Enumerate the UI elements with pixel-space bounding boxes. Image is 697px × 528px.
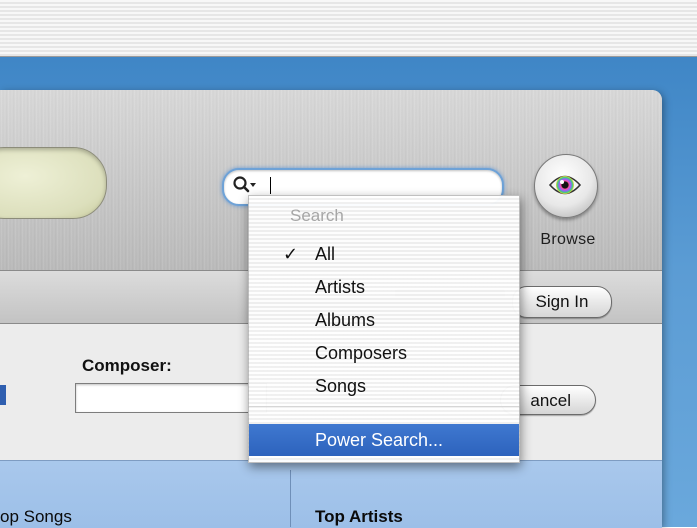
menu-item-artists[interactable]: Artists bbox=[249, 271, 519, 303]
checkmark-icon: ✓ bbox=[283, 244, 299, 264]
menu-item-label: Composers bbox=[315, 343, 408, 363]
menu-item-all[interactable]: ✓ All bbox=[249, 238, 519, 270]
eye-icon bbox=[548, 170, 582, 200]
search-text-cursor bbox=[270, 177, 271, 194]
sign-in-button[interactable]: Sign In bbox=[512, 286, 612, 318]
menu-item-label: Songs bbox=[315, 376, 367, 396]
menu-item-label: Power Search... bbox=[315, 430, 444, 450]
composer-field[interactable] bbox=[75, 383, 267, 413]
composer-label: Composer: bbox=[82, 356, 172, 375]
search-dropdown-menu: Search ✓ All Artists Albums Composers So… bbox=[248, 195, 520, 463]
menu-item-label: All bbox=[315, 244, 336, 264]
browse-label: Browse bbox=[540, 231, 596, 248]
menu-header-search: Search bbox=[290, 206, 344, 225]
menu-item-label: Albums bbox=[315, 310, 376, 330]
lists-divider bbox=[290, 470, 291, 527]
left-input-edge bbox=[0, 385, 6, 405]
window-title-strip bbox=[0, 0, 697, 57]
menu-item-composers[interactable]: Composers bbox=[249, 337, 519, 369]
status-display bbox=[0, 147, 107, 219]
menu-item-power-search[interactable]: Power Search... bbox=[249, 424, 519, 456]
menu-item-songs[interactable]: Songs bbox=[249, 370, 519, 402]
top-songs-header[interactable]: op Songs bbox=[0, 507, 72, 527]
menu-separator bbox=[249, 406, 519, 407]
menu-item-label: Artists bbox=[315, 277, 366, 297]
top-artists-header[interactable]: Top Artists bbox=[315, 507, 403, 527]
menu-item-albums[interactable]: Albums bbox=[249, 304, 519, 336]
search-icon[interactable] bbox=[232, 174, 258, 196]
